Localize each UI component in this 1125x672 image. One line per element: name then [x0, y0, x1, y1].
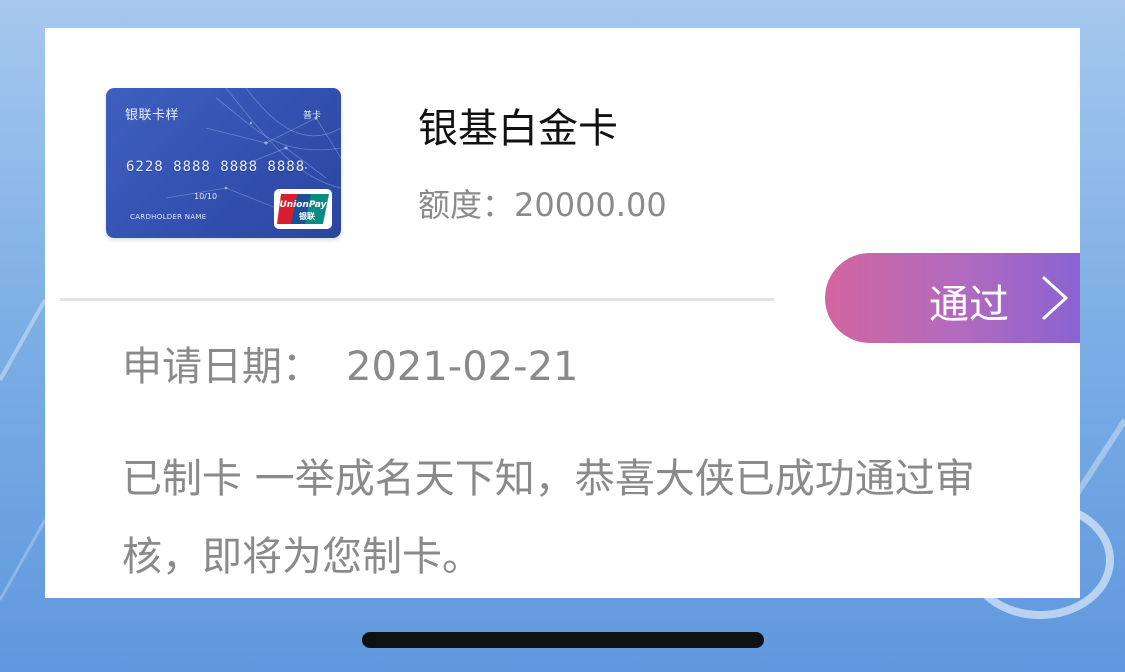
- chevron-right-icon: [1042, 276, 1068, 320]
- application-date-label: 申请日期：: [122, 344, 322, 390]
- approved-status-label: 通过: [929, 282, 1009, 328]
- card-application-panel: 银联卡样 普卡 6228 8888 8888 8888 10/10 CARDHO…: [45, 28, 1080, 598]
- status-message: 已制卡 一举成名天下知，恭喜大侠已成功通过审核，即将为您制卡。: [122, 456, 975, 580]
- unionpay-logo-chinese: 银联: [298, 211, 315, 221]
- card-expiry: 10/10: [194, 192, 218, 201]
- unionpay-logo-text: UnionPay: [279, 200, 327, 210]
- card-name: 银基白金卡: [418, 106, 618, 152]
- card-brand-text: 银联卡样: [125, 108, 180, 123]
- home-indicator: [362, 632, 764, 648]
- card-image: 银联卡样 普卡 6228 8888 8888 8888 10/10 CARDHO…: [106, 88, 341, 238]
- divider: [60, 298, 774, 301]
- card-number: 6228 8888 8888 8888: [126, 159, 306, 175]
- credit-limit-label: 额度：: [418, 186, 515, 224]
- credit-limit: 额度：20000.00: [418, 180, 667, 226]
- unionpay-logo-icon: UnionPay 银联: [274, 189, 332, 229]
- card-type-text: 普卡: [302, 111, 321, 121]
- application-date: 申请日期： 2021-02-21: [122, 334, 578, 392]
- credit-limit-value: 20000.00: [514, 186, 667, 224]
- application-date-value: 2021-02-21: [346, 344, 579, 390]
- cardholder-name: CARDHOLDER NAME: [130, 213, 207, 221]
- approved-status-button[interactable]: 通过: [825, 253, 1080, 343]
